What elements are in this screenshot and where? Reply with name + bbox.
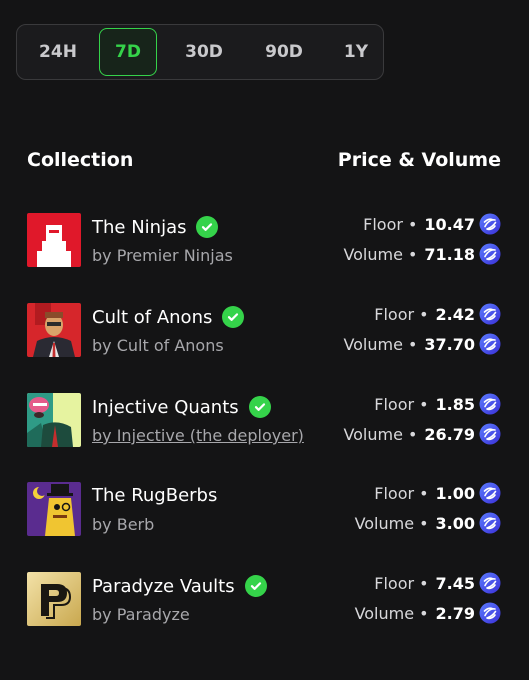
injective-token-icon: [479, 303, 501, 325]
collection-name[interactable]: Injective Quants: [92, 396, 271, 418]
collection-name-text[interactable]: Injective Quants: [92, 397, 239, 418]
collection-creator-link[interactable]: by Injective (the deployer): [92, 426, 304, 445]
floor-price: Floor • 1.85: [374, 393, 501, 415]
collection-creator: by Premier Ninjas: [92, 246, 233, 265]
collection-row[interactable]: The RugBerbs by Berb Floor • 1.00 Volume • 3…: [0, 482, 529, 538]
injective-token-icon: [479, 572, 501, 594]
collection-row[interactable]: The Ninjas by Premier Ninjas Floor • 10.47…: [0, 213, 529, 269]
collection-name-text[interactable]: The RugBerbs: [92, 485, 217, 506]
verified-check-icon: [248, 396, 271, 418]
volume-value: Volume • 26.79: [343, 423, 501, 445]
verified-check-icon: [222, 306, 245, 328]
volume-value: Volume • 71.18: [343, 243, 501, 265]
collection-name[interactable]: The Ninjas: [92, 216, 219, 238]
collection-row[interactable]: Paradyze Vaults by Paradyze Floor • 7.45 V…: [0, 572, 529, 628]
collection-thumbnail[interactable]: [27, 572, 81, 626]
collection-creator: by Cult of Anons: [92, 336, 224, 355]
floor-price: Floor • 2.42: [374, 303, 501, 325]
collection-row[interactable]: Injective Quants by Injective (the deplo…: [0, 393, 529, 449]
volume-value: Volume • 2.79: [355, 602, 501, 624]
injective-token-icon: [479, 243, 501, 265]
collection-name[interactable]: The RugBerbs: [92, 485, 217, 506]
floor-price: Floor • 10.47: [363, 213, 501, 235]
collection-name-text[interactable]: Cult of Anons: [92, 307, 212, 328]
collection-row[interactable]: Cult of Anons by Cult of Anons Floor • 2.4…: [0, 303, 529, 359]
tab-90d[interactable]: 90D: [255, 28, 313, 76]
verified-check-icon: [196, 216, 219, 238]
injective-token-icon: [479, 512, 501, 534]
collection-name[interactable]: Cult of Anons: [92, 306, 245, 328]
tab-7d[interactable]: 7D: [99, 28, 157, 76]
injective-token-icon: [479, 482, 501, 504]
injective-token-icon: [479, 423, 501, 445]
volume-value: Volume • 3.00: [355, 512, 501, 534]
verified-check-icon: [244, 575, 267, 597]
injective-token-icon: [479, 393, 501, 415]
collection-thumbnail[interactable]: [27, 213, 81, 267]
tab-30d[interactable]: 30D: [175, 28, 233, 76]
timeframe-tabs: 24H 7D 30D 90D 1Y: [16, 24, 384, 80]
collection-creator: by Paradyze: [92, 605, 190, 624]
collection-thumbnail[interactable]: [27, 393, 81, 447]
injective-token-icon: [479, 333, 501, 355]
collection-name-text[interactable]: Paradyze Vaults: [92, 576, 235, 597]
volume-value: Volume • 37.70: [343, 333, 501, 355]
floor-price: Floor • 7.45: [374, 572, 501, 594]
injective-token-icon: [479, 213, 501, 235]
collection-thumbnail[interactable]: [27, 482, 81, 536]
collection-creator: by Berb: [92, 515, 155, 534]
collection-column-header: Collection: [27, 149, 134, 171]
collection-thumbnail[interactable]: [27, 303, 81, 357]
injective-token-icon: [479, 602, 501, 624]
price-volume-column-header: Price & Volume: [337, 149, 501, 171]
floor-price: Floor • 1.00: [374, 482, 501, 504]
tab-1y[interactable]: 1Y: [327, 28, 385, 76]
collection-name-text[interactable]: The Ninjas: [92, 217, 186, 238]
collection-name[interactable]: Paradyze Vaults: [92, 575, 267, 597]
tab-24h[interactable]: 24H: [29, 28, 87, 76]
